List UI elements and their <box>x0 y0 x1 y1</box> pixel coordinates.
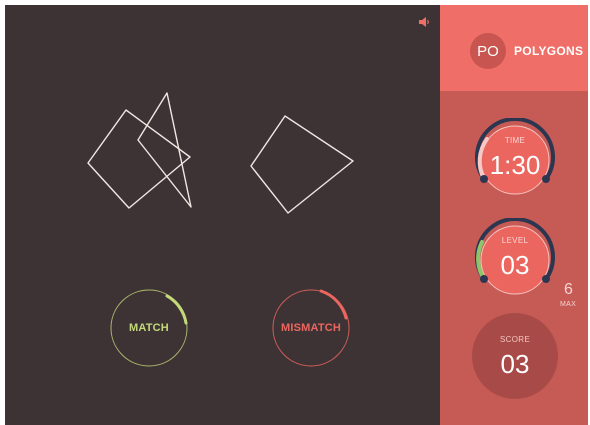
score-panel: PO POLYGONS TIME 1:30 LEVEL 03 6 MAX SCO… <box>440 5 588 425</box>
level-dial: LEVEL 03 <box>473 218 557 302</box>
game-badge: PO <box>470 33 506 69</box>
level-value: 03 <box>500 250 530 280</box>
level-max-value: 6 <box>564 281 573 298</box>
match-button[interactable]: MATCH <box>110 289 188 367</box>
right-quad-shape <box>250 115 354 214</box>
left-square-shape <box>87 109 191 209</box>
mismatch-ring-icon <box>272 289 350 367</box>
time-value: 1:30 <box>489 150 541 180</box>
level-label: LEVEL <box>501 236 529 245</box>
time-label: TIME <box>504 136 526 145</box>
match-ring-icon <box>110 289 188 367</box>
score-label: SCORE <box>500 335 530 344</box>
level-max-label: MAX <box>560 301 577 308</box>
time-dial: TIME 1:30 <box>473 118 557 202</box>
shape-canvas <box>87 92 354 214</box>
game-title: POLYGONS <box>514 44 584 58</box>
left-triangle-shape <box>137 92 192 208</box>
mismatch-button[interactable]: MISMATCH <box>272 289 350 367</box>
score-circle: SCORE 03 <box>472 313 558 399</box>
game-board: MATCH MISMATCH <box>5 5 440 425</box>
panel-header: PO POLYGONS <box>440 5 588 91</box>
score-value: 03 <box>500 349 530 379</box>
